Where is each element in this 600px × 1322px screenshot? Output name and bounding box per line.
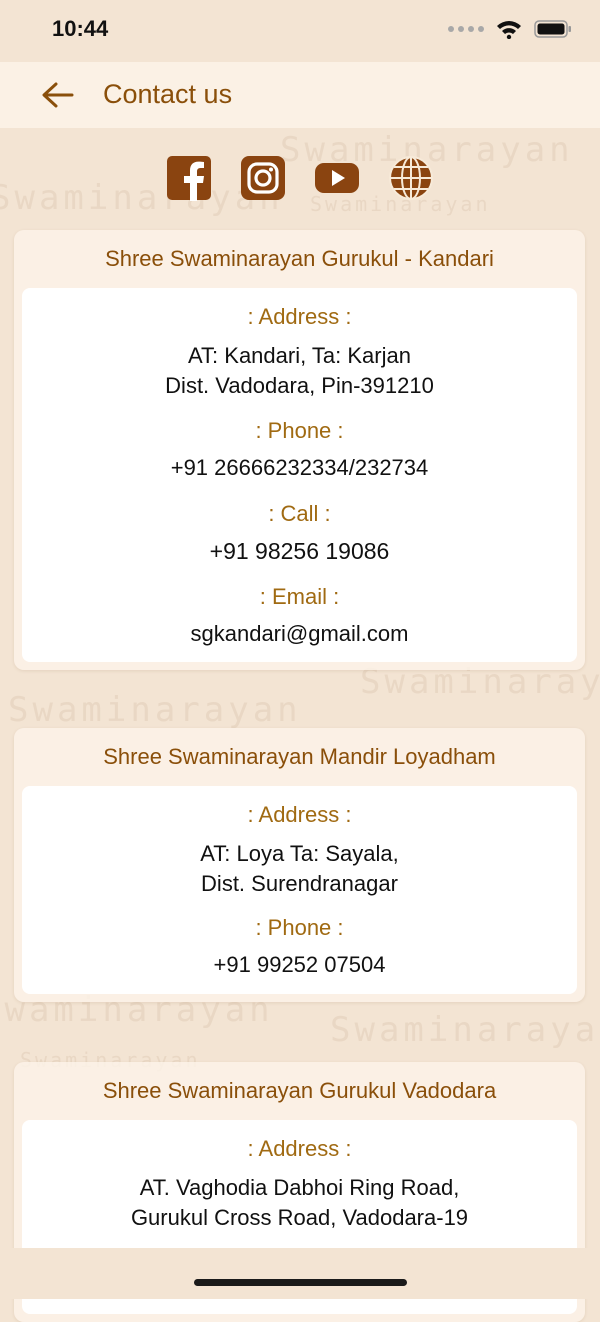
contact-details: : Address : AT: Kandari, Ta: Karjan Dist… [22, 288, 577, 662]
status-icons [448, 19, 572, 39]
phone-number[interactable]: +91 26666232334/232734 [22, 453, 577, 483]
address-line-1: AT: Kandari, Ta: Karjan [188, 343, 411, 368]
facebook-icon[interactable] [166, 155, 212, 201]
status-time: 10:44 [52, 16, 109, 41]
address-label: : Address : [247, 304, 352, 329]
contact-details: : Address : AT: Loya Ta: Sayala, Dist. S… [22, 786, 577, 994]
phone-label: : Phone : [255, 418, 344, 443]
battery-icon [534, 20, 571, 38]
address-line-1: AT: Loya Ta: Sayala, [200, 841, 399, 866]
address-line-2: Gurukul Cross Road, Vadodara-19 [130, 1205, 469, 1230]
cellular-signal-icon [448, 26, 484, 32]
phone-label: : Phone : [255, 915, 344, 940]
contact-card: Shree Swaminarayan Gurukul - Kandari : A… [14, 230, 585, 670]
contact-card: Shree Swaminarayan Mandir Loyadham : Add… [14, 728, 585, 1002]
page-title: Contact us [103, 79, 233, 109]
home-indicator[interactable] [194, 1279, 407, 1286]
phone-number[interactable]: +91 99252 07504 [22, 950, 577, 980]
address-line-2: Dist. Surendranagar [201, 871, 398, 896]
back-arrow-icon[interactable] [38, 76, 78, 114]
call-number[interactable]: +91 98256 19086 [22, 536, 577, 566]
call-label: : Call : [268, 501, 331, 526]
watermark-text: Swaminarayan [330, 1010, 600, 1050]
navigation-bar: Contact us [0, 62, 600, 128]
contact-name: Shree Swaminarayan Gurukul - Kandari [105, 246, 494, 271]
address-line-1: AT. Vaghodia Dabhoi Ring Road, [139, 1175, 460, 1200]
globe-icon[interactable] [388, 155, 434, 201]
watermark-text: Swaminarayan [8, 690, 302, 730]
address-label: : Address : [247, 1136, 352, 1161]
address-label: : Address : [247, 802, 352, 827]
youtube-icon[interactable] [314, 155, 360, 201]
instagram-icon[interactable] [240, 155, 286, 201]
bottom-safe-area [0, 1248, 600, 1299]
address-line-2: Dist. Vadodara, Pin-391210 [165, 373, 434, 398]
email-address[interactable]: sgkandari@gmail.com [22, 619, 577, 649]
social-links [0, 155, 600, 201]
contact-name: Shree Swaminarayan Mandir Loyadham [103, 744, 496, 769]
contact-name: Shree Swaminarayan Gurukul Vadodara [102, 1078, 497, 1103]
email-label: : Email : [259, 584, 340, 609]
wifi-icon [497, 21, 521, 39]
status-bar: 10:44 [0, 0, 600, 58]
